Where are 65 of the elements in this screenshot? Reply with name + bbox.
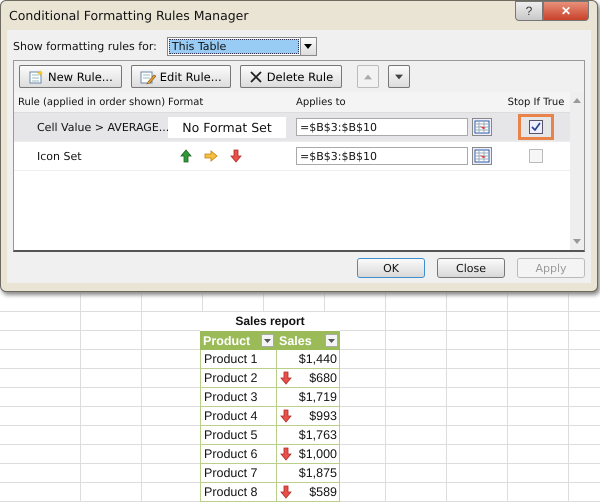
scroll-down-icon <box>573 239 581 244</box>
applies-to-field[interactable]: =$B$3:$B$10 <box>296 147 468 165</box>
new-document-icon <box>28 68 44 84</box>
new-rule-button[interactable]: New Rule... <box>19 65 122 88</box>
table-cell: Product 7 <box>200 464 276 482</box>
range-picker-icon <box>474 120 490 134</box>
column-header: Format <box>167 96 204 108</box>
caret-icon <box>264 338 271 342</box>
rule-name: Icon Set <box>36 150 83 162</box>
rule-row[interactable]: Icon Set =$B$3:$B$10 <box>14 142 570 171</box>
stop-if-true-checkbox[interactable] <box>529 120 543 134</box>
ok-button[interactable]: OK <box>357 258 425 278</box>
delete-rule-button[interactable]: Delete Rule <box>240 65 342 88</box>
table-cell: Product 5 <box>200 426 276 444</box>
table-title: Sales report <box>234 313 306 330</box>
rule-row[interactable]: Cell Value > AVERAGE... No Format Set =$B$3:$B$10 <box>14 113 570 142</box>
down-arrow-icon <box>280 371 292 385</box>
table-cell: Product 2 <box>200 369 276 387</box>
table-cell: Product 1 <box>200 350 276 368</box>
table-cell: $1,719 <box>298 390 337 404</box>
table-cell: $993 <box>309 409 337 423</box>
down-arrow-icon <box>280 409 292 423</box>
format-preview: No Format Set <box>168 116 286 138</box>
table-cell: $680 <box>309 371 337 385</box>
table-cell: $1,763 <box>298 428 337 442</box>
close-dialog-button[interactable]: Close <box>437 258 505 278</box>
column-header: Rule (applied in order shown) <box>17 96 164 108</box>
table-cell: $589 <box>309 485 337 499</box>
range-picker-button[interactable] <box>472 147 492 165</box>
table-cell: Product 3 <box>200 388 276 406</box>
right-arrow-icon <box>204 150 218 162</box>
table-cell: Product 8 <box>200 483 276 501</box>
up-triangle-icon <box>364 74 372 80</box>
table-cell: Product 4 <box>200 407 276 425</box>
show-rules-dropdown[interactable]: This Table <box>166 37 317 56</box>
filter-button[interactable] <box>261 334 274 347</box>
applies-to-field[interactable]: =$B$3:$B$10 <box>296 118 468 136</box>
show-rules-label: Show formatting rules for: <box>13 40 157 53</box>
up-arrow-icon <box>180 149 192 163</box>
column-header: Sales <box>279 334 312 348</box>
range-picker-button[interactable] <box>472 118 492 136</box>
delete-icon <box>248 70 263 84</box>
range-picker-icon <box>474 149 490 163</box>
down-arrow-icon <box>280 485 292 499</box>
column-header: Applies to <box>295 96 347 108</box>
edit-document-icon <box>140 68 156 84</box>
table-cell: $1,000 <box>298 447 337 461</box>
caret-icon <box>304 44 312 49</box>
window-title: Conditional Formatting Rules Manager <box>9 8 248 23</box>
table-cell: $1,875 <box>298 466 337 480</box>
edit-rule-button[interactable]: Edit Rule... <box>130 65 231 88</box>
filter-button[interactable] <box>325 334 338 347</box>
stop-if-true-checkbox[interactable] <box>529 149 543 163</box>
move-down-button[interactable] <box>388 65 410 88</box>
column-header: Product <box>203 334 250 348</box>
help-button[interactable]: ? <box>515 1 543 21</box>
down-triangle-icon <box>395 74 404 80</box>
scrollbar[interactable] <box>570 92 584 250</box>
column-header: Stop If True <box>506 96 566 108</box>
caret-icon <box>328 338 335 342</box>
down-arrow-icon <box>280 447 292 461</box>
down-arrow-icon <box>230 149 242 163</box>
table-cell: Product 6 <box>200 445 276 463</box>
scroll-up-icon <box>573 98 581 103</box>
table-cell: $1,440 <box>298 352 337 366</box>
